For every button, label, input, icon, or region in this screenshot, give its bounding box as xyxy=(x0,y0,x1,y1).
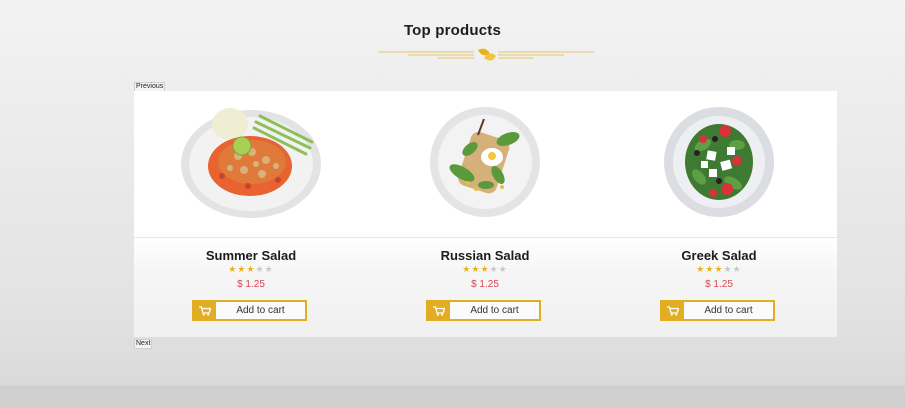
cart-icon xyxy=(428,302,450,319)
add-to-cart-button[interactable]: Add to cart xyxy=(660,300,775,321)
rating-stars: ★★★★★ xyxy=(368,264,602,275)
star-empty-icon: ★ xyxy=(489,264,499,274)
rating-stars: ★★★★★ xyxy=(602,264,836,275)
star-filled-icon: ★ xyxy=(462,264,472,274)
add-to-cart-label: Add to cart xyxy=(236,305,285,316)
divider-leaf-icon xyxy=(378,48,594,61)
product-carousel: Summer Salad ★★★★★ $ 1.25 Add to cart Ru… xyxy=(134,91,837,337)
product-name: Summer Salad xyxy=(205,248,297,263)
star-filled-icon: ★ xyxy=(480,264,490,274)
star-empty-icon: ★ xyxy=(255,264,265,274)
cart-icon xyxy=(662,302,684,319)
star-empty-icon: ★ xyxy=(723,264,733,274)
product-card: Summer Salad ★★★★★ $ 1.25 Add to cart xyxy=(134,91,368,337)
product-name: Greek Salad xyxy=(681,248,757,263)
product-price: $ 1.25 xyxy=(471,279,499,290)
section-title: Top products xyxy=(403,22,502,39)
rating-stars: ★★★★★ xyxy=(134,264,368,275)
star-filled-icon: ★ xyxy=(246,264,256,274)
russian-salad-plate xyxy=(430,107,540,217)
star-empty-icon: ★ xyxy=(498,264,508,274)
star-filled-icon: ★ xyxy=(228,264,238,274)
add-to-cart-button[interactable]: Add to cart xyxy=(192,300,307,321)
product-card: Greek Salad ★★★★★ $ 1.25 Add to cart xyxy=(602,91,836,337)
star-empty-icon: ★ xyxy=(264,264,274,274)
add-to-cart-label: Add to cart xyxy=(704,305,753,316)
star-filled-icon: ★ xyxy=(696,264,706,274)
product-card: Russian Salad ★★★★★ $ 1.25 Add to cart xyxy=(368,91,602,337)
product-name: Russian Salad xyxy=(440,248,530,263)
product-price: $ 1.25 xyxy=(237,279,265,290)
star-filled-icon: ★ xyxy=(714,264,724,274)
cart-icon xyxy=(194,302,216,319)
star-empty-icon: ★ xyxy=(732,264,742,274)
add-to-cart-button[interactable]: Add to cart xyxy=(426,300,541,321)
next-button[interactable]: Next xyxy=(134,339,153,349)
greek-salad-plate xyxy=(664,107,774,217)
add-to-cart-label: Add to cart xyxy=(470,305,519,316)
product-price: $ 1.25 xyxy=(705,279,733,290)
summer-salad-plate xyxy=(181,108,321,218)
